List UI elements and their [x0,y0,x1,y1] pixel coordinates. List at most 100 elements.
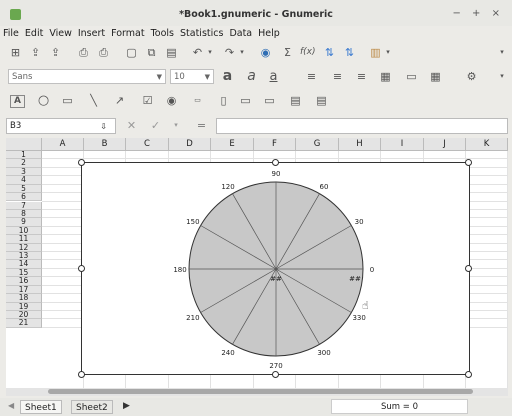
object-toolbar: A ○ ▭ ╲ ↗ ☑ ◉ ▭ ▯ ▭ ▭ ▤ ▤ [0,90,512,114]
sort-ascending-icon[interactable]: ⇅ [322,45,337,60]
resize-handle[interactable] [465,371,472,378]
underline-icon[interactable]: a [266,69,281,84]
align-left-icon[interactable]: ≡ [304,69,319,84]
redo-icon[interactable]: ↷ [222,45,237,60]
formula-input[interactable] [216,118,508,134]
italic-icon[interactable]: a [244,69,259,84]
sum-icon[interactable]: Σ [280,45,295,60]
menu-view[interactable]: View [46,26,75,39]
combo-tool-icon[interactable]: ▤ [314,93,329,108]
column-header-k[interactable]: K [466,138,508,151]
bold-icon[interactable]: a [220,69,235,84]
column-header-j[interactable]: J [424,138,466,151]
chart-dropdown-icon[interactable]: ▾ [384,45,392,60]
undo-dropdown-icon[interactable]: ▾ [206,45,214,60]
print-preview-icon[interactable]: ⎙ [96,45,111,60]
status-bar: ◀ Sheet1 Sheet2 ▶ Sum = 0 [0,398,512,416]
scrollbar-tool-icon[interactable]: ▯ [216,93,231,108]
cell-reference-box[interactable]: B3 ⇩ [6,118,116,134]
column-header-c[interactable]: C [126,138,169,151]
menu-tools[interactable]: Tools [148,26,177,39]
angle-tick-label: 240 [221,349,234,357]
tab-scroll-right-icon[interactable]: ▶ [123,401,130,411]
standard-toolbar: ⊞ ⇪ ⇪ ⎙ ⎙ ▢ ⧉ ▤ ↶ ▾ ↷ ▾ ◉ Σ f(x) ⇅ ⇅ ▥ ▾… [0,42,512,66]
borders-icon[interactable]: ▦ [428,69,443,84]
button-tool-icon[interactable]: ▭ [190,93,205,108]
column-header-h[interactable]: H [339,138,381,151]
toolbar-overflow-icon[interactable]: ▾ [498,69,506,84]
menu-file[interactable]: File [0,26,22,39]
align-center-icon[interactable]: ≡ [330,69,345,84]
cancel-edit-icon[interactable]: ✕ [124,118,139,133]
equals-icon[interactable]: = [194,118,209,133]
angle-tick-label: 0 [370,266,374,274]
resize-handle[interactable] [272,159,279,166]
menu-format[interactable]: Format [108,26,147,39]
chevron-down-icon: ▼ [156,73,162,81]
menu-insert[interactable]: Insert [75,26,108,39]
label-tool-icon[interactable]: A [10,95,25,108]
save-icon[interactable]: ⇪ [48,45,63,60]
column-header-e[interactable]: E [211,138,254,151]
undo-icon[interactable]: ↶ [190,45,205,60]
ellipse-tool-icon[interactable]: ○ [36,93,51,108]
resize-handle[interactable] [272,371,279,378]
sheet-tab-2[interactable]: Sheet2 [71,400,113,414]
column-header-d[interactable]: D [169,138,211,151]
tab-scroll-left-icon[interactable]: ◀ [8,401,14,410]
checkbox-tool-icon[interactable]: ☑ [140,93,155,108]
column-header-a[interactable]: A [42,138,84,151]
function-icon[interactable]: f(x) [300,45,316,60]
sort-descending-icon[interactable]: ⇅ [342,45,357,60]
font-size-combo[interactable]: 10 ▼ [170,69,214,84]
horizontal-scrollbar[interactable] [6,388,508,396]
column-header-i[interactable]: I [381,138,424,151]
resize-handle[interactable] [465,265,472,272]
spinner-tool-icon[interactable]: ▭ [262,93,277,108]
resize-handle[interactable] [465,159,472,166]
sheet-tab-1[interactable]: Sheet1 [20,400,62,414]
angle-tick-label: 210 [186,314,199,322]
hyperlink-icon[interactable]: ◉ [258,45,273,60]
paste-icon[interactable]: ▤ [164,45,179,60]
redo-dropdown-icon[interactable]: ▾ [238,45,246,60]
rectangle-tool-icon[interactable]: ▭ [60,93,75,108]
cut-icon[interactable]: ▢ [124,45,139,60]
line-tool-icon[interactable]: ╲ [86,93,101,108]
accept-edit-icon[interactable]: ✓ [148,118,163,133]
resize-handle[interactable] [78,371,85,378]
print-icon[interactable]: ⎙ [76,45,91,60]
chevron-down-icon: ▼ [204,73,210,81]
format-color-icon[interactable]: ⚙ [464,69,479,84]
sum-indicator: Sum = 0 [331,399,468,414]
menu-data[interactable]: Data [226,26,255,39]
copy-icon[interactable]: ⧉ [144,45,159,60]
slider-tool-icon[interactable]: ▭ [238,93,253,108]
resize-handle[interactable] [78,265,85,272]
align-right-icon[interactable]: ≡ [354,69,369,84]
scrollbar-thumb[interactable] [48,389,473,394]
unmerge-icon[interactable]: ▭ [404,69,419,84]
series-marker-label: ## [349,275,361,283]
polar-chart[interactable]: 0 30 60 90 120 150 180 210 240 270 300 330 ## ## ☝ [81,162,470,375]
insert-chart-icon[interactable]: ▥ [368,45,383,60]
resize-handle[interactable] [78,159,85,166]
radio-tool-icon[interactable]: ◉ [164,93,179,108]
column-header-f[interactable]: F [254,138,296,151]
open-icon[interactable]: ⇪ [28,45,43,60]
window-controls[interactable]: − + × [453,8,505,19]
menu-edit[interactable]: Edit [22,26,46,39]
title-bar: *Book1.gnumeric - Gnumeric − + × [0,0,512,26]
list-tool-icon[interactable]: ▤ [288,93,303,108]
new-icon[interactable]: ⊞ [8,45,23,60]
merge-cells-icon[interactable]: ▦ [378,69,393,84]
row-header-21[interactable]: 21 [6,318,42,328]
arrow-tool-icon[interactable]: ↗ [112,93,127,108]
font-name-combo[interactable]: Sans ▼ [8,69,166,84]
menu-help[interactable]: Help [255,26,283,39]
column-header-b[interactable]: B [84,138,126,151]
menu-statistics[interactable]: Statistics [177,26,226,39]
function-dropdown-icon[interactable]: ▾ [172,118,180,133]
column-header-g[interactable]: G [296,138,339,151]
toolbar-overflow-icon[interactable]: ▾ [498,45,506,60]
